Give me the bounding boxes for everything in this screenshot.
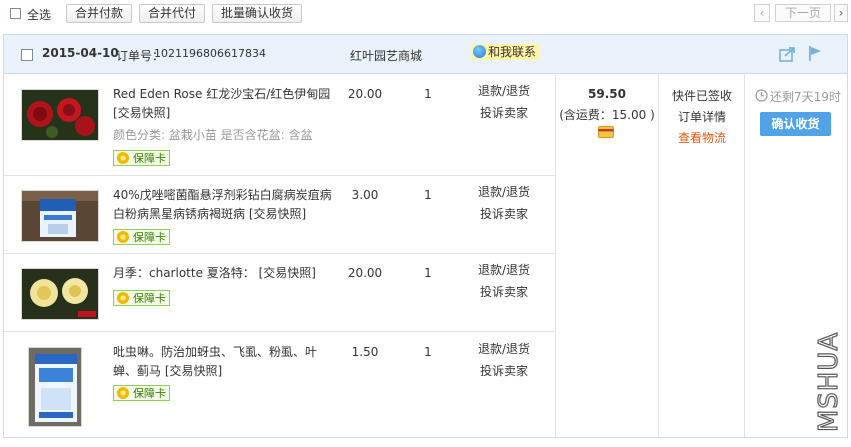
order-number: 1021196806617834 — [154, 47, 266, 60]
merge-proxy-pay-button[interactable]: 合并代付 — [139, 4, 206, 23]
guarantee-flower-icon — [117, 152, 129, 164]
clock-icon — [755, 89, 768, 102]
complain-link[interactable]: 投诉卖家 — [466, 360, 542, 382]
quantity: 1 — [424, 345, 432, 359]
guarantee-card-badge[interactable]: 保障卡 — [113, 150, 170, 166]
order-total: 59.50 — [588, 87, 626, 101]
product-image-imidacloprid[interactable] — [28, 347, 82, 427]
complain-link[interactable]: 投诉卖家 — [466, 281, 542, 303]
view-logistics-link[interactable]: 查看物流 — [659, 129, 745, 146]
refund-link[interactable]: 退款/退货 — [466, 181, 542, 203]
product-name[interactable]: Red Eden Rose 红龙沙宝石/红色伊甸园 [交易快照] — [113, 85, 338, 123]
quantity: 1 — [424, 87, 432, 101]
guarantee-card-label: 保障卡 — [133, 387, 166, 400]
prev-page-button[interactable]: ‹ — [754, 4, 770, 22]
contact-seller-label: 和我联系 — [488, 45, 537, 59]
refund-link[interactable]: 退款/退货 — [466, 338, 542, 360]
refund-link[interactable]: 退款/退货 — [466, 80, 542, 102]
merge-pay-button[interactable]: 合并付款 — [66, 4, 133, 23]
product-image-charlotte-rose[interactable] — [21, 268, 99, 320]
wangwang-chat-icon — [473, 45, 486, 58]
next-page-button[interactable]: 下一页 — [775, 4, 831, 22]
product-image-fungicide[interactable] — [21, 190, 99, 242]
contact-seller-button[interactable]: 和我联系 — [471, 44, 540, 60]
shipping-fee: (含运费：15.00 ) — [559, 108, 655, 122]
complain-link[interactable]: 投诉卖家 — [466, 203, 542, 225]
unit-price: 20.00 — [347, 266, 383, 280]
order-header: 2015-04-10 订单号： 1021196806617834 红叶园艺商城 … — [4, 35, 847, 74]
order-toolbar: 全选 合并付款 合并代付 批量确认收货 ‹ 下一页 › — [0, 0, 851, 28]
guarantee-flower-icon — [117, 387, 129, 399]
guarantee-card-label: 保障卡 — [133, 152, 166, 165]
unit-price: 1.50 — [351, 345, 379, 359]
guarantee-card-badge[interactable]: 保障卡 — [113, 229, 170, 245]
guarantee-card-label: 保障卡 — [133, 231, 166, 244]
column-divider-actions — [744, 73, 745, 437]
product-attributes: 颜色分类: 盆栽小苗 是否含花盆: 含盆 — [113, 128, 313, 142]
select-all-label[interactable]: 全选 — [27, 6, 51, 23]
complain-link[interactable]: 投诉卖家 — [466, 102, 542, 124]
guarantee-card-label: 保障卡 — [133, 292, 166, 305]
watermark-container: MSHUA — [808, 331, 850, 435]
product-name[interactable]: 吡虫啉。防治加蚜虫、飞虱、粉虱、叶蝉、蓟马 [交易快照] — [113, 343, 338, 381]
quantity: 1 — [424, 188, 432, 202]
batch-confirm-button[interactable]: 批量确认收货 — [212, 4, 303, 23]
watermark-text: MSHUA — [813, 331, 844, 433]
order-status: 快件已签收 — [671, 89, 732, 103]
product-name[interactable]: 月季：charlotte 夏洛特： [交易快照] — [113, 264, 338, 283]
confirm-receipt-button[interactable]: 确认收货 — [760, 112, 831, 136]
guarantee-card-badge[interactable]: 保障卡 — [113, 290, 170, 306]
guarantee-flower-icon — [117, 231, 129, 243]
credit-card-icon — [598, 126, 614, 138]
row-divider — [4, 331, 555, 332]
guarantee-card-badge[interactable]: 保障卡 — [113, 385, 170, 401]
refund-link[interactable]: 退款/退货 — [466, 259, 542, 281]
shop-name[interactable]: 红叶园艺商城 — [350, 47, 422, 64]
column-divider-total — [555, 73, 556, 437]
row-divider — [4, 253, 555, 254]
guarantee-flower-icon — [117, 292, 129, 304]
order-detail-link[interactable]: 订单详情 — [659, 108, 745, 125]
select-all-checkbox[interactable] — [10, 8, 21, 19]
quantity: 1 — [424, 266, 432, 280]
order-checkbox[interactable] — [21, 49, 33, 61]
product-name[interactable]: 40%戊唑嘧菌酯悬浮剂彩钻白腐病炭疽病白粉病黑星病锈病褐斑病 [交易快照] — [113, 186, 338, 224]
flag-icon[interactable] — [807, 45, 823, 62]
share-icon[interactable] — [779, 46, 797, 62]
order-card: 2015-04-10 订单号： 1021196806617834 红叶园艺商城 … — [3, 34, 848, 438]
row-divider — [4, 175, 555, 176]
order-date: 2015-04-10 — [42, 46, 119, 60]
confirm-countdown: 还剩7天19时 — [770, 90, 841, 104]
next-arrow-button[interactable]: › — [834, 4, 848, 22]
unit-price: 20.00 — [347, 87, 383, 101]
product-image-red-rose[interactable] — [21, 89, 99, 141]
column-divider-status — [658, 73, 659, 437]
unit-price: 3.00 — [351, 188, 379, 202]
